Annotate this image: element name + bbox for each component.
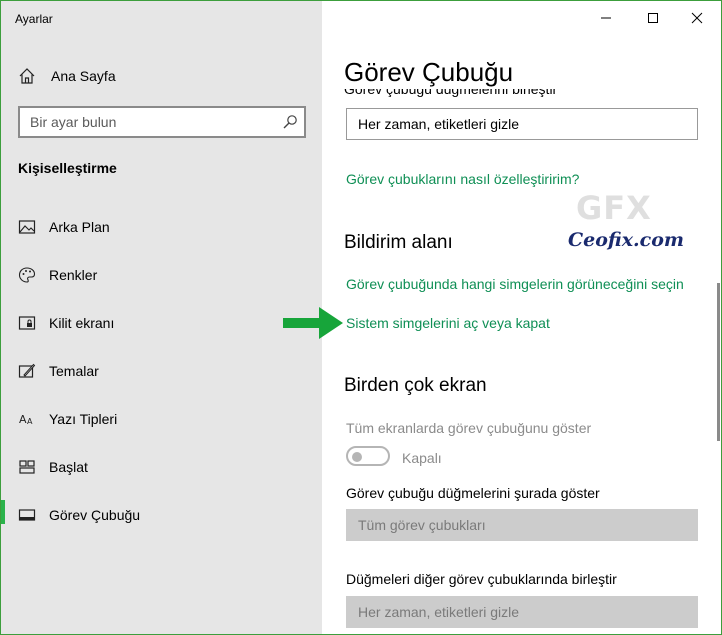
clipped-setting-label: Görev çubuğu düğmelerini birleştir bbox=[344, 89, 584, 101]
fonts-icon: A A bbox=[19, 413, 33, 426]
clipped-label-text: Görev çubuğu düğmelerini birleştir bbox=[344, 89, 558, 97]
home-icon bbox=[19, 68, 35, 84]
page-title: Görev Çubuğu bbox=[344, 57, 514, 87]
combine-buttons-dropdown[interactable]: Her zaman, etiketleri gizle bbox=[346, 108, 698, 140]
combine-other-dropdown[interactable]: Her zaman, etiketleri gizle bbox=[346, 596, 698, 628]
app-title: Ayarlar bbox=[15, 12, 53, 26]
sidebar-item-kilit-ekrani[interactable]: Kilit ekranı bbox=[1, 307, 322, 355]
selection-indicator bbox=[1, 500, 5, 524]
scrollbar[interactable] bbox=[717, 283, 720, 441]
combine-other-label: Düğmeleri diğer görev çubuklarında birle… bbox=[346, 571, 617, 587]
show-all-displays-label: Tüm ekranlarda görev çubuğunu göster bbox=[346, 420, 592, 436]
customize-taskbar-link[interactable]: Görev çubuklarını nasıl özelleştiririm? bbox=[346, 171, 579, 187]
toggle-knob bbox=[352, 452, 362, 462]
sidebar-item-label: Yazı Tipleri bbox=[49, 411, 118, 427]
palette-icon bbox=[18, 267, 36, 283]
sidebar-item-renkler[interactable]: Renkler bbox=[1, 259, 322, 307]
start-icon bbox=[19, 460, 35, 474]
lock-screen-icon bbox=[18, 316, 36, 330]
sidebar-item-label: Temalar bbox=[49, 363, 99, 379]
sidebar-item-home[interactable]: Ana Sayfa bbox=[1, 59, 322, 91]
content-pane: Görev Çubuğu Görev çubuğu düğmelerini bi… bbox=[322, 1, 721, 634]
search-icon[interactable] bbox=[282, 114, 298, 130]
svg-text:A: A bbox=[19, 413, 27, 426]
show-buttons-dropdown[interactable]: Tüm görev çubukları bbox=[346, 509, 698, 541]
show-buttons-label: Görev çubuğu düğmelerini şurada göster bbox=[346, 485, 600, 501]
notification-area-heading: Bildirim alanı bbox=[344, 232, 453, 253]
search-placeholder: Bir ayar bulun bbox=[30, 114, 117, 130]
image-icon bbox=[18, 220, 36, 234]
show-all-displays-toggle[interactable] bbox=[346, 446, 390, 466]
taskbar-icon bbox=[18, 509, 36, 521]
sidebar-item-temalar[interactable]: Temalar bbox=[1, 355, 322, 403]
sidebar-item-label: Renkler bbox=[49, 267, 98, 283]
multiple-displays-heading: Birden çok ekran bbox=[344, 375, 487, 396]
section-title: Kişiselleştirme bbox=[18, 160, 117, 176]
watermark-logo: GFX bbox=[576, 189, 652, 227]
settings-window: Ayarlar Ana Sayfa Bir ayar bulun Kişisel… bbox=[0, 0, 722, 635]
dropdown-value: Tüm görev çubukları bbox=[358, 517, 486, 533]
dropdown-value: Her zaman, etiketleri gizle bbox=[358, 116, 520, 132]
sidebar-item-yazi-tipleri[interactable]: A A Yazı Tipleri bbox=[1, 403, 322, 451]
maximize-icon bbox=[647, 13, 658, 23]
maximize-button[interactable] bbox=[630, 1, 675, 35]
sidebar-item-label: Başlat bbox=[49, 459, 88, 475]
sidebar-item-gorev-cubugu[interactable]: Görev Çubuğu bbox=[1, 499, 322, 547]
search-input[interactable]: Bir ayar bulun bbox=[18, 106, 306, 138]
sidebar-nav: Arka Plan Renkler Kilit ekranı Temalar A… bbox=[1, 211, 322, 547]
minimize-icon bbox=[600, 17, 611, 19]
sidebar-item-label: Kilit ekranı bbox=[49, 315, 115, 331]
close-icon bbox=[691, 12, 702, 24]
sidebar-item-label: Arka Plan bbox=[49, 219, 110, 235]
dropdown-value: Her zaman, etiketleri gizle bbox=[358, 604, 520, 620]
minimize-button[interactable] bbox=[583, 1, 628, 35]
watermark: GFX Ceofix.com bbox=[566, 189, 696, 255]
system-icons-link[interactable]: Sistem simgelerini aç veya kapat bbox=[346, 315, 550, 331]
toggle-state-label: Kapalı bbox=[402, 450, 442, 466]
arrow-pointer-icon bbox=[283, 307, 343, 339]
close-button[interactable] bbox=[674, 1, 719, 35]
themes-icon bbox=[18, 363, 36, 378]
sidebar-item-baslat[interactable]: Başlat bbox=[1, 451, 322, 499]
sidebar-item-arka-plan[interactable]: Arka Plan bbox=[1, 211, 322, 259]
watermark-text: Ceofix.com bbox=[568, 229, 684, 251]
sidebar-item-label: Görev Çubuğu bbox=[49, 507, 141, 523]
sidebar-item-label: Ana Sayfa bbox=[51, 68, 116, 84]
sidebar: Ayarlar Ana Sayfa Bir ayar bulun Kişisel… bbox=[1, 1, 322, 634]
select-icons-link[interactable]: Görev çubuğunda hangi simgelerin görünec… bbox=[346, 276, 684, 292]
svg-text:A: A bbox=[27, 417, 33, 426]
